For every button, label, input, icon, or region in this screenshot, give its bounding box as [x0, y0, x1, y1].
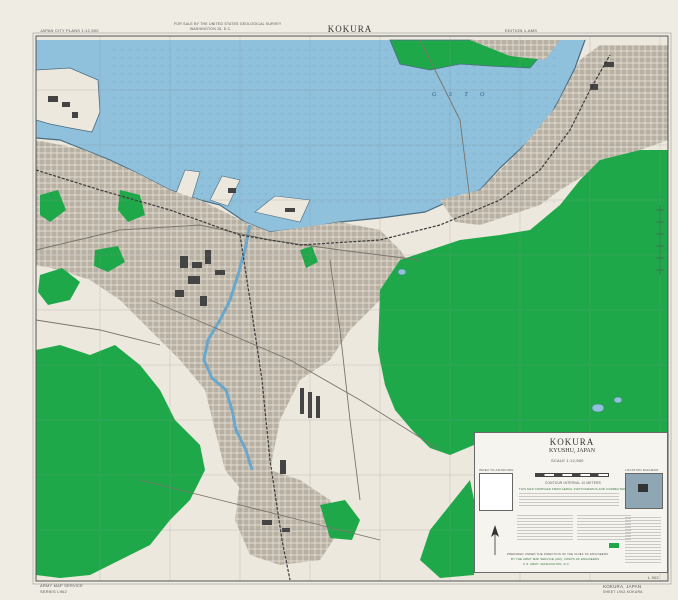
agency-note: U.S. ARMY, WASHINGTON, D.C. [523, 562, 570, 566]
sheet-number: L 902 [648, 575, 659, 580]
scale-bar [535, 473, 609, 477]
legend-symbols-left [517, 515, 573, 541]
header-note: WASHINGTON 25, D.C. [190, 27, 232, 31]
scale-label: SCALE 1:12,500 [551, 458, 584, 463]
sheet-code: SHEET L902-KOKURA [603, 590, 643, 594]
reference-list [625, 517, 661, 565]
notes-block [519, 493, 619, 507]
agency-note: BY THE ARMY MAP SERVICE (AM), CORPS OF E… [511, 557, 600, 561]
contour-note: CONTOUR INTERVAL 10 METERS [545, 481, 601, 485]
pond [613, 396, 623, 404]
pond [397, 268, 407, 276]
agency-label: ARMY MAP SERVICE [40, 583, 83, 588]
legend-subtitle: KYUSHU, JAPAN [548, 448, 596, 454]
sheet-name: KOKURA, JAPAN [603, 584, 642, 589]
header-note: FOR SALE BY THE UNITED STATES GEOLOGICAL… [174, 22, 282, 26]
sheet-title: KOKURA [327, 24, 373, 34]
edition-label: EDITION 1-AMS [505, 28, 538, 33]
index-diagram [479, 473, 513, 511]
pond [591, 403, 605, 413]
legend-title: KOKURA [549, 437, 595, 447]
series-label: JAPAN CITY PLANS 1:12,500 [40, 28, 99, 33]
symbol-swatch-green [609, 543, 619, 548]
map-sheet: KOKURA JAPAN CITY PLANS 1:12,500 FOR SAL… [0, 0, 678, 600]
series-code: SERIES L902 [40, 589, 67, 594]
agency-note: PREPARED UNDER THE DIRECTION OF THE CHIE… [507, 552, 609, 556]
harbor-peninsula [35, 67, 101, 133]
index-label: INDEX TO ADJOINING [479, 468, 514, 472]
location-diagram [625, 473, 663, 509]
legend-box: KOKURA KYUSHU, JAPAN SCALE 1:12,500 CONT… [474, 432, 668, 573]
north-arrow-icon [491, 525, 499, 555]
legend-symbols-right [577, 515, 631, 541]
location-label: LOCATION DIAGRAM [625, 468, 659, 472]
sea-name-label: G S T O [432, 92, 487, 98]
